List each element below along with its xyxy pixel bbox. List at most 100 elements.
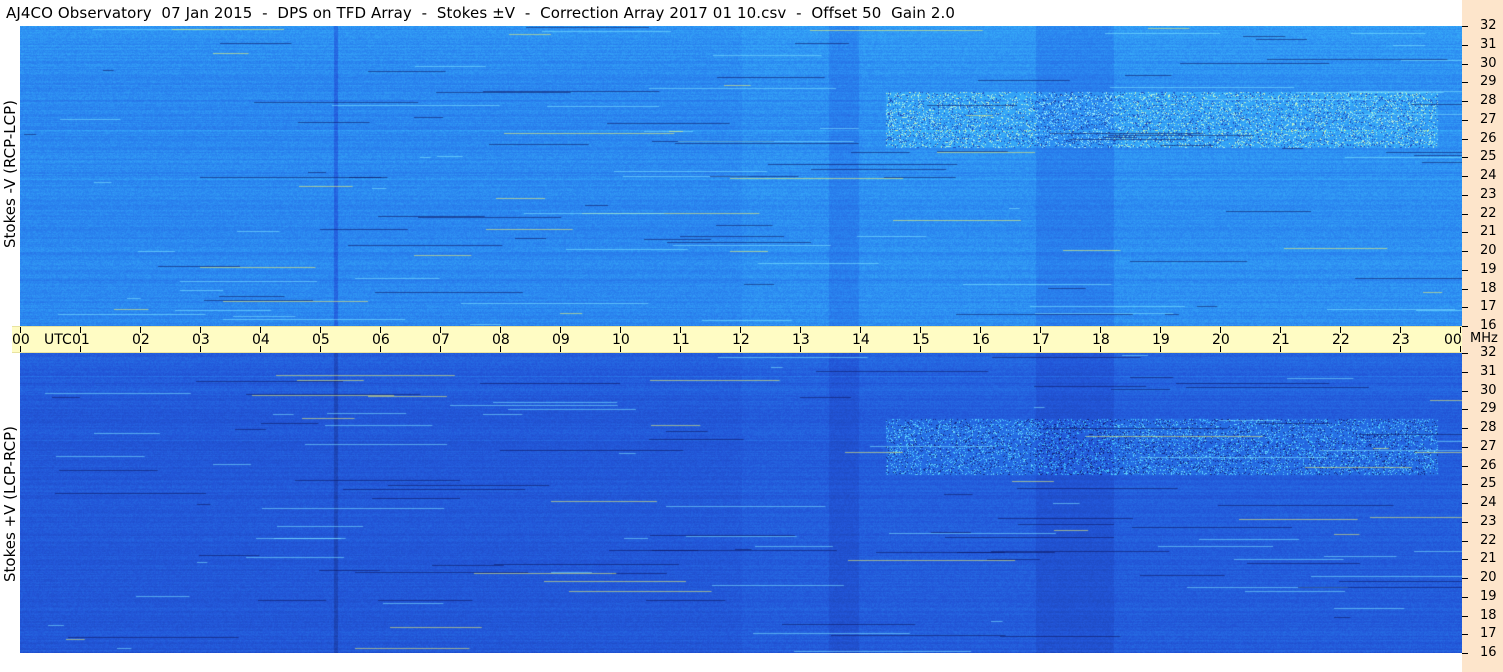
chart-title: AJ4CO Observatory 07 Jan 2015 - DPS on T… — [6, 4, 956, 22]
frequency-tick-label: 26 — [1480, 130, 1497, 146]
frequency-tick — [1462, 540, 1468, 542]
frequency-tick-label: 26 — [1480, 457, 1497, 473]
frequency-tick — [1462, 653, 1468, 654]
frequency-unit-label: MHz — [1470, 331, 1498, 346]
utc-tick-label: 11 — [672, 332, 690, 348]
frequency-tick — [1462, 521, 1468, 523]
frequency-tick — [1462, 578, 1468, 579]
frequency-tick-label: 24 — [1480, 495, 1497, 510]
bottom-spectrogram — [20, 353, 1462, 653]
bottom-ylabel-strip: Stokes +V (LCP-RCP) — [0, 353, 20, 672]
utc-tick-label: 13 — [792, 332, 810, 348]
utc-time-axis: UTC 00 01 02 03 04 05 06 07 08 09 10 11 12 13 14 15 16 17… — [12, 326, 1462, 353]
bottom-spectrogram-canvas — [20, 353, 1462, 653]
frequency-tick-label: 23 — [1480, 186, 1497, 202]
utc-tick-label: 20 — [1212, 332, 1230, 348]
frequency-tick-label: 29 — [1480, 74, 1497, 90]
frequency-tick-label: 25 — [1480, 149, 1497, 165]
frequency-tick — [1462, 82, 1468, 84]
frequency-tick — [1462, 288, 1468, 290]
frequency-tick-label: 21 — [1480, 551, 1497, 567]
frequency-tick — [1462, 157, 1468, 159]
frequency-tick — [1462, 307, 1468, 309]
top-spectrogram-canvas — [20, 26, 1462, 326]
frequency-tick — [1462, 484, 1468, 486]
frequency-tick-label: 22 — [1480, 532, 1497, 548]
utc-tick-label: 22 — [1332, 332, 1350, 348]
frequency-tick-label: 27 — [1480, 111, 1497, 127]
utc-tick-label: 17 — [1032, 332, 1050, 348]
top-panel-ylabel: Stokes -V (RCP-LCP) — [1, 100, 19, 248]
frequency-tick — [1462, 596, 1468, 598]
frequency-tick — [1462, 63, 1468, 65]
utc-tick-label: 15 — [912, 332, 930, 348]
utc-tick-label: 21 — [1272, 332, 1290, 348]
frequency-tick-label: 32 — [1480, 18, 1497, 33]
frequency-tick-label: 17 — [1480, 299, 1497, 315]
utc-tick-label: 23 — [1392, 332, 1410, 348]
utc-tick-label: 05 — [312, 332, 330, 348]
frequency-tick-label: 22 — [1480, 205, 1497, 221]
utc-tick-label: 19 — [1152, 332, 1170, 348]
frequency-tick-label: 16 — [1480, 645, 1497, 660]
frequency-tick-label: 32 — [1480, 345, 1497, 360]
frequency-tick — [1462, 101, 1468, 102]
frequency-tick — [1462, 409, 1468, 411]
title-bar: AJ4CO Observatory 07 Jan 2015 - DPS on T… — [0, 0, 1462, 26]
frequency-tick — [1462, 559, 1468, 561]
frequency-tick-label: 28 — [1480, 420, 1497, 435]
frequency-tick-label: 31 — [1480, 36, 1497, 52]
frequency-tick-label: 24 — [1480, 168, 1497, 183]
frequency-tick-label: 23 — [1480, 513, 1497, 529]
frequency-tick — [1462, 326, 1468, 327]
frequency-tick — [1462, 119, 1468, 121]
frequency-tick — [1462, 213, 1468, 215]
top-ylabel-strip: Stokes -V (RCP-LCP) — [0, 26, 20, 326]
frequency-tick — [1462, 465, 1468, 467]
frequency-tick — [1462, 634, 1468, 636]
utc-tick-label: 06 — [372, 332, 390, 348]
frequency-tick-label: 31 — [1480, 363, 1497, 379]
utc-tick-label: 12 — [732, 332, 750, 348]
frequency-tick — [1462, 446, 1468, 448]
utc-tick-label: 07 — [432, 332, 450, 348]
utc-tick-label: 04 — [252, 332, 270, 348]
utc-tick-label: 14 — [852, 332, 870, 348]
frequency-tick-label: 30 — [1480, 382, 1497, 398]
frequency-tick — [1462, 269, 1468, 271]
frequency-tick-label: 21 — [1480, 224, 1497, 240]
frequency-tick — [1462, 44, 1468, 46]
frequency-tick — [1462, 194, 1468, 196]
frequency-tick — [1462, 390, 1468, 392]
frequency-tick-label: 25 — [1480, 476, 1497, 492]
frequency-tick — [1462, 232, 1468, 234]
frequency-tick — [1462, 26, 1468, 27]
frequency-tick — [1462, 428, 1468, 429]
utc-tick-label: 10 — [612, 332, 630, 348]
frequency-tick-label: 19 — [1480, 261, 1497, 277]
utc-tick-label: 16 — [972, 332, 990, 348]
frequency-tick-label: 18 — [1480, 280, 1497, 296]
frequency-tick-label: 30 — [1480, 55, 1497, 71]
utc-tick-label: 03 — [192, 332, 210, 348]
utc-tick-label: 00 — [1444, 332, 1462, 348]
frequency-tick-label: 17 — [1480, 626, 1497, 642]
top-spectrogram — [20, 26, 1462, 326]
frequency-tick — [1462, 138, 1468, 140]
frequency-tick — [1462, 353, 1468, 354]
frequency-tick-label: 28 — [1480, 93, 1497, 108]
frequency-tick-label: 27 — [1480, 438, 1497, 454]
frequency-tick — [1462, 176, 1468, 177]
utc-tick-label: 01 — [72, 332, 90, 348]
frequency-tick-label: 19 — [1480, 588, 1497, 604]
bottom-panel-ylabel: Stokes +V (LCP-RCP) — [1, 426, 19, 582]
frequency-tick — [1462, 615, 1468, 617]
frequency-tick-label: 29 — [1480, 401, 1497, 417]
frequency-tick-label: 20 — [1480, 570, 1497, 585]
frequency-tick — [1462, 371, 1468, 373]
utc-tick-label: 18 — [1092, 332, 1110, 348]
frequency-tick-label: 20 — [1480, 243, 1497, 258]
utc-tick-label: 00 — [12, 332, 30, 348]
utc-tick-label: 08 — [492, 332, 510, 348]
frequency-tick — [1462, 251, 1468, 252]
